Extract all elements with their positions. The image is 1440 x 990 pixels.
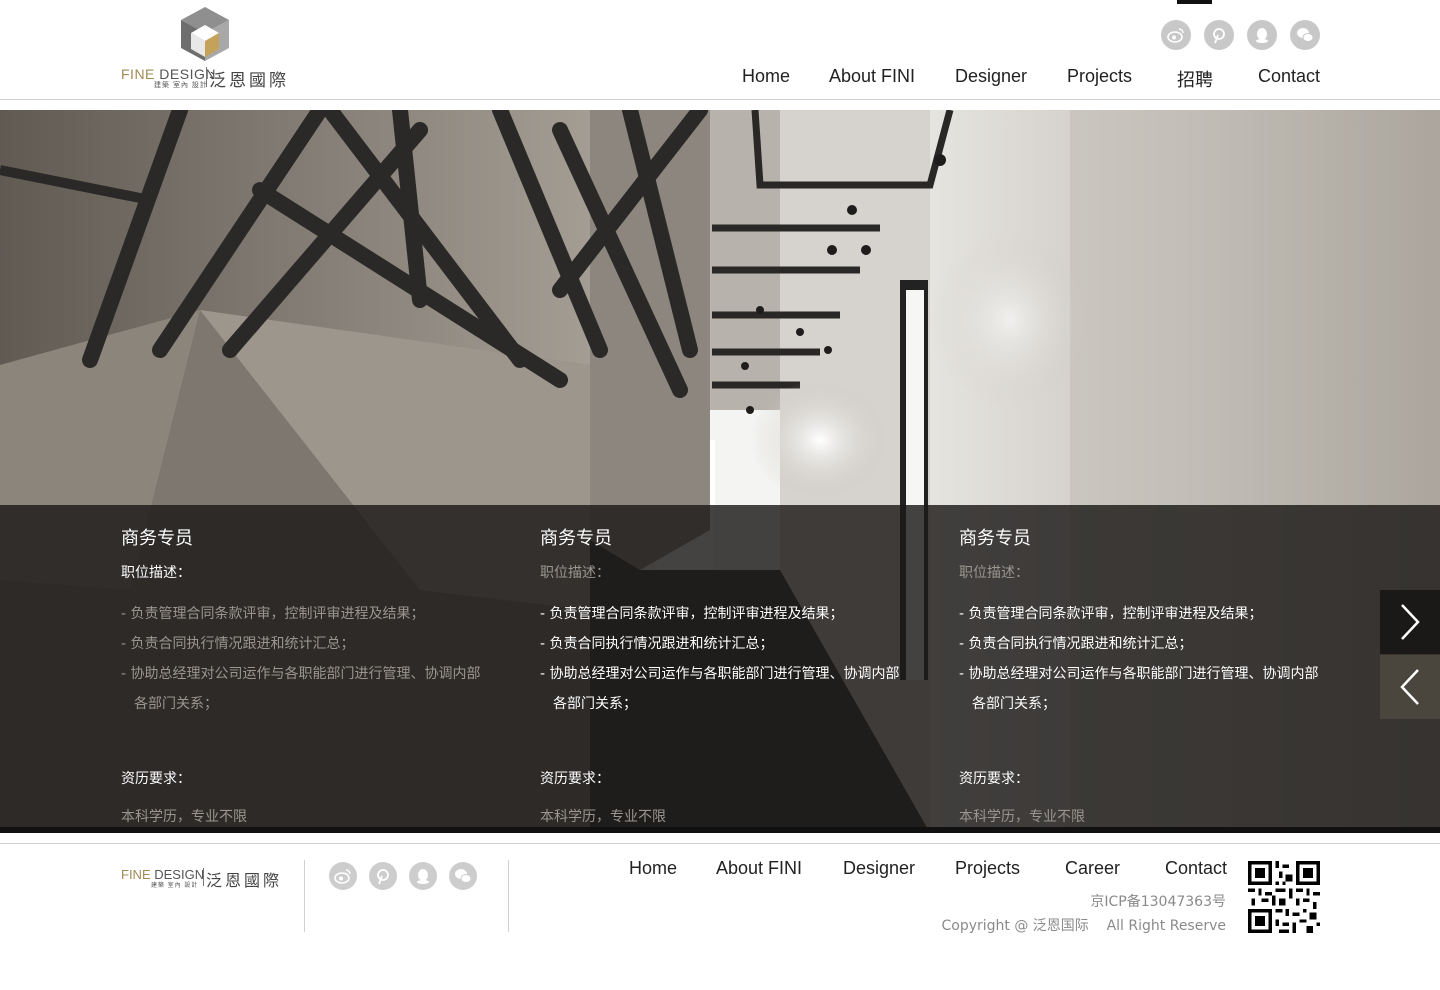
job-card: 商务专员 职位描述： - 负责管理合同条款评审，控制评审进程及结果； - 负责合…: [540, 525, 910, 825]
chevron-right-icon: [1401, 604, 1420, 640]
job-duty-item: - 负责管理合同条款评审，控制评审进程及结果；: [540, 606, 844, 622]
job-req-label: 资历要求：: [959, 771, 1029, 787]
copyright-text: Copyright @ 泛恩国际 All Right Reserve: [941, 918, 1226, 934]
job-duties-list: - 负责管理合同条款评审，控制评审进程及结果； - 负责合同执行情况跟进和统计汇…: [540, 599, 910, 719]
job-card: 商务专员 职位描述： - 负责管理合同条款评审，控制评审进程及结果； - 负责合…: [959, 525, 1329, 825]
job-title: 商务专员: [959, 528, 1031, 549]
job-duties-list: - 负责管理合同条款评审，控制评审进程及结果； - 负责合同执行情况跟进和统计汇…: [121, 599, 491, 719]
job-listings-panel: 商务专员 职位描述： - 负责管理合同条款评审，控制评审进程及结果； - 负责合…: [0, 505, 1440, 827]
job-req-label: 资历要求：: [540, 771, 610, 787]
job-title: 商务专员: [121, 528, 193, 549]
job-desc-label: 职位描述：: [121, 565, 191, 581]
job-duty-item: - 协助总经理对公司运作与各职能部门进行管理、协调内部各部门关系；: [959, 666, 1319, 712]
active-nav-marker: [1177, 0, 1212, 4]
job-desc-label: 职位描述：: [959, 565, 1029, 581]
weibo-icon[interactable]: [1161, 20, 1191, 50]
footer-divider: [0, 843, 1440, 844]
pinterest-icon[interactable]: [1204, 20, 1234, 50]
job-req-label: 资历要求：: [121, 771, 191, 787]
nav-designer[interactable]: Designer: [955, 66, 1027, 87]
header-social-icons: [1161, 20, 1320, 50]
job-req-text: 本科学历，专业不限: [540, 809, 666, 825]
job-duty-item: - 协助总经理对公司运作与各职能部门进行管理、协调内部各部门关系；: [540, 666, 900, 712]
job-duty-item: - 负责合同执行情况跟进和统计汇总；: [959, 636, 1193, 652]
job-req-text: 本科学历，专业不限: [959, 809, 1085, 825]
job-title: 商务专员: [540, 528, 612, 549]
job-duty-item: - 负责管理合同条款评审，控制评审进程及结果；: [959, 606, 1263, 622]
job-duties-list: - 负责管理合同条款评审，控制评审进程及结果； - 负责合同执行情况跟进和统计汇…: [959, 599, 1329, 719]
main-nav: Home About FINI Designer Projects 招聘 Con…: [0, 66, 1440, 92]
nav-career[interactable]: 招聘: [1177, 66, 1213, 92]
footer-nav-home[interactable]: Home: [629, 858, 677, 879]
footer-nav-designer[interactable]: Designer: [843, 858, 915, 879]
logo-cube-icon: [181, 7, 229, 61]
carousel-prev-button[interactable]: [1380, 655, 1440, 719]
chevron-left-icon: [1400, 669, 1419, 705]
job-duty-item: - 负责合同执行情况跟进和统计汇总；: [540, 636, 774, 652]
site-header: FINE DESIGN 建築 室內 設計 泛恩國際 Home About FIN…: [0, 0, 1440, 100]
hero-bottom-bar: [0, 827, 1440, 833]
job-card: 商务专员 职位描述： - 负责管理合同条款评审，控制评审进程及结果； - 负责合…: [121, 525, 491, 825]
job-desc-label: 职位描述：: [540, 565, 610, 581]
qq-icon[interactable]: [1247, 20, 1277, 50]
wechat-icon[interactable]: [1290, 20, 1320, 50]
nav-about[interactable]: About FINI: [829, 66, 915, 87]
footer-nav: Home About FINI Designer Projects Career…: [0, 858, 1440, 882]
job-duty-item: - 协助总经理对公司运作与各职能部门进行管理、协调内部各部门关系；: [121, 666, 481, 712]
hero-banner: 商务专员 职位描述： - 负责管理合同条款评审，控制评审进程及结果； - 负责合…: [0, 110, 1440, 833]
carousel-next-button[interactable]: [1380, 590, 1440, 654]
nav-projects[interactable]: Projects: [1067, 66, 1132, 87]
qr-code-icon: [1248, 861, 1320, 933]
footer-nav-career[interactable]: Career: [1065, 858, 1120, 879]
job-duty-item: - 负责管理合同条款评审，控制评审进程及结果；: [121, 606, 425, 622]
nav-contact[interactable]: Contact: [1258, 66, 1320, 87]
footer-nav-about[interactable]: About FINI: [716, 858, 802, 879]
job-duty-item: - 负责合同执行情况跟进和统计汇总；: [121, 636, 355, 652]
footer-nav-contact[interactable]: Contact: [1165, 858, 1227, 879]
job-req-text: 本科学历，专业不限: [121, 809, 247, 825]
icp-license: 京ICP备13047363号: [1090, 894, 1226, 910]
nav-home[interactable]: Home: [742, 66, 790, 87]
footer-nav-projects[interactable]: Projects: [955, 858, 1020, 879]
